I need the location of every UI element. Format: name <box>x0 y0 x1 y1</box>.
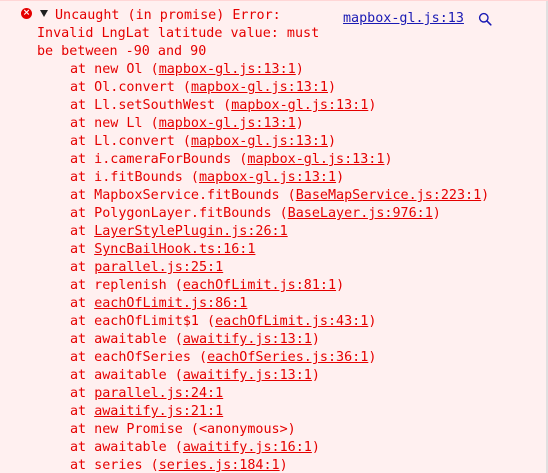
stack-frame-source-link[interactable]: parallel.js:25:1 <box>94 260 223 275</box>
stack-frame-close-paren: ) <box>279 458 288 473</box>
stack-frame-close-paren: ) <box>384 152 393 167</box>
stack-frame-function: at awaitable ( <box>70 440 183 455</box>
stack-frame: at Ll.setSouthWest (mapbox-gl.js:13:1) <box>70 97 489 115</box>
stack-frame-source-link[interactable]: mapbox-gl.js:13:1 <box>199 170 336 185</box>
stack-frame: at SyncBailHook.ts:16:1 <box>70 241 489 259</box>
error-message-line-2: Invalid LngLat latitude value: must <box>37 26 320 41</box>
stack-frame: at parallel.js:25:1 <box>70 259 489 277</box>
stack-frame-function: at <box>70 242 95 257</box>
stack-frame-source-link[interactable]: eachOfSeries.js:36:1 <box>207 350 368 365</box>
stack-frame-function: at awaitable ( <box>70 368 183 383</box>
stack-frame: at eachOfLimit$1 (eachOfLimit.js:43:1) <box>70 313 489 331</box>
stack-frame-function: at i.cameraForBounds ( <box>70 152 248 167</box>
stack-frame-function: at Ll.convert ( <box>70 134 191 149</box>
error-circle-icon: × <box>21 8 32 19</box>
stack-frame-source-link[interactable]: LayerStylePlugin.js:26:1 <box>94 224 287 239</box>
console-error-panel: × Uncaught (in promise) Error: mapbox-gl… <box>0 0 548 473</box>
stack-frame-source-link[interactable]: mapbox-gl.js:13:1 <box>159 62 296 77</box>
stack-frame: at awaitable (awaitify.js:16:1) <box>70 439 489 457</box>
stack-frame-close-paren: ) <box>368 350 377 365</box>
stack-frame-close-paren: ) <box>311 368 320 383</box>
stack-frame-function: at PolygonLayer.fitBounds ( <box>70 206 288 221</box>
magnifier-icon[interactable] <box>478 12 492 26</box>
stack-frame: at parallel.js:24:1 <box>70 385 489 403</box>
stack-frame-function: at new Promise (<anonymous>) <box>70 422 296 437</box>
stack-frame-source-link[interactable]: eachOfLimit.js:43:1 <box>215 314 368 329</box>
error-header-row[interactable]: × Uncaught (in promise) Error: mapbox-gl… <box>0 5 548 28</box>
stack-frame: at new Ll (mapbox-gl.js:13:1) <box>70 115 489 133</box>
stack-frame-source-link[interactable]: BaseMapService.js:223:1 <box>296 188 481 203</box>
stack-frame: at eachOfSeries (eachOfSeries.js:36:1) <box>70 349 489 367</box>
stack-frame: at awaitable (awaitify.js:13:1) <box>70 331 489 349</box>
stack-frame-function: at replenish ( <box>70 278 183 293</box>
expand-triangle-icon[interactable] <box>40 10 48 17</box>
stack-frame-function: at i.fitBounds ( <box>70 170 199 185</box>
stack-frame: at i.cameraForBounds (mapbox-gl.js:13:1) <box>70 151 489 169</box>
stack-frame-function: at <box>70 224 95 239</box>
stack-frame-function: at Ol.convert ( <box>70 80 191 95</box>
stack-frame-close-paren: ) <box>368 98 377 113</box>
stack-frame-source-link[interactable]: awaitify.js:13:1 <box>183 368 312 383</box>
stack-frame-source-link[interactable]: awaitify.js:16:1 <box>183 440 312 455</box>
source-location-link[interactable]: mapbox-gl.js:13 <box>343 10 464 28</box>
stack-frame-function: at <box>70 404 95 419</box>
stack-frame: at replenish (eachOfLimit.js:81:1) <box>70 277 489 295</box>
stack-frame: at Ol.convert (mapbox-gl.js:13:1) <box>70 79 489 97</box>
stack-frame: at awaitable (awaitify.js:13:1) <box>70 367 489 385</box>
stack-frame-close-paren: ) <box>328 134 337 149</box>
stack-frame-source-link[interactable]: awaitify.js:21:1 <box>94 404 223 419</box>
stack-frame-function: at awaitable ( <box>70 332 183 347</box>
stack-frame: at new Ol (mapbox-gl.js:13:1) <box>70 61 489 79</box>
stack-frame: at new Promise (<anonymous>) <box>70 421 489 439</box>
stack-frame-source-link[interactable]: parallel.js:24:1 <box>94 386 223 401</box>
error-message-line-3: be between -90 and 90 <box>37 44 207 59</box>
stack-frame-source-link[interactable]: awaitify.js:13:1 <box>183 332 312 347</box>
stack-frame-function: at <box>70 386 95 401</box>
stack-frame: at eachOfLimit.js:86:1 <box>70 295 489 313</box>
stack-frame-function: at eachOfLimit$1 ( <box>70 314 216 329</box>
stack-frame-source-link[interactable]: eachOfLimit.js:86:1 <box>94 296 247 311</box>
stack-frame: at series (series.js:184:1) <box>70 457 489 473</box>
stack-frame-source-link[interactable]: mapbox-gl.js:13:1 <box>247 152 384 167</box>
stack-frame: at MapboxService.fitBounds (BaseMapServi… <box>70 187 489 205</box>
error-message-line-1: Uncaught (in promise) Error: <box>55 8 281 23</box>
stack-frame-function: at series ( <box>70 458 159 473</box>
stack-frame-source-link[interactable]: eachOfLimit.js:81:1 <box>183 278 336 293</box>
stack-frame: at PolygonLayer.fitBounds (BaseLayer.js:… <box>70 205 489 223</box>
stack-frame-source-link[interactable]: mapbox-gl.js:13:1 <box>231 98 368 113</box>
stack-frame-source-link[interactable]: BaseLayer.js:976:1 <box>288 206 433 221</box>
stack-frame-source-link[interactable]: series.js:184:1 <box>159 458 280 473</box>
stack-frame-function: at new Ll ( <box>70 116 159 131</box>
stack-frame-close-paren: ) <box>336 170 345 185</box>
stack-frame: at awaitify.js:21:1 <box>70 403 489 421</box>
stack-frame: at i.fitBounds (mapbox-gl.js:13:1) <box>70 169 489 187</box>
stack-frame-close-paren: ) <box>328 80 337 95</box>
stack-frame-source-link[interactable]: mapbox-gl.js:13:1 <box>191 134 328 149</box>
stack-frame-close-paren: ) <box>336 278 345 293</box>
stack-frame-close-paren: ) <box>295 116 304 131</box>
stack-frame-close-paren: ) <box>311 332 320 347</box>
stack-frame: at LayerStylePlugin.js:26:1 <box>70 223 489 241</box>
stack-frame-source-link[interactable]: mapbox-gl.js:13:1 <box>159 116 296 131</box>
stack-frame-close-paren: ) <box>295 62 304 77</box>
stack-frame-source-link[interactable]: SyncBailHook.ts:16:1 <box>94 242 255 257</box>
stack-trace-list: at new Ol (mapbox-gl.js:13:1) at Ol.conve… <box>70 61 489 473</box>
stack-frame-function: at <box>70 260 95 275</box>
stack-frame: at Ll.convert (mapbox-gl.js:13:1) <box>70 133 489 151</box>
stack-frame-function: at Ll.setSouthWest ( <box>70 98 232 113</box>
stack-frame-close-paren: ) <box>368 314 377 329</box>
stack-frame-function: at <box>70 296 95 311</box>
stack-frame-function: at eachOfSeries ( <box>70 350 208 365</box>
stack-frame-close-paren: ) <box>311 440 320 455</box>
stack-frame-close-paren: ) <box>481 188 490 203</box>
stack-frame-close-paren: ) <box>432 206 441 221</box>
stack-frame-source-link[interactable]: mapbox-gl.js:13:1 <box>191 80 328 95</box>
stack-frame-function: at MapboxService.fitBounds ( <box>70 188 296 203</box>
stack-frame-function: at new Ol ( <box>70 62 159 77</box>
